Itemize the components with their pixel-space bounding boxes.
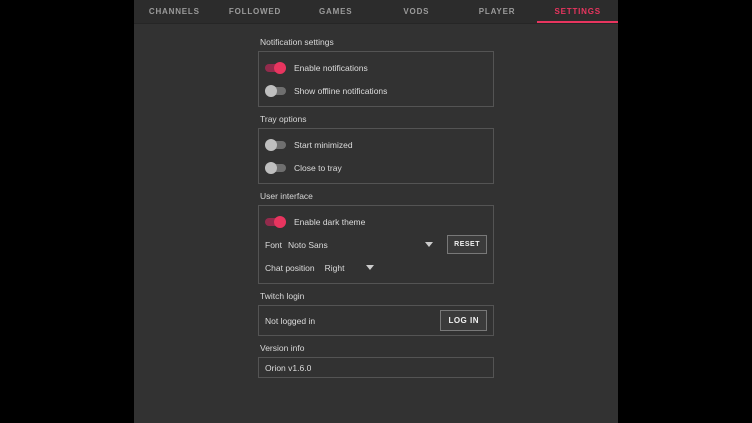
toggle-knob	[274, 216, 286, 228]
toggle-knob	[274, 62, 286, 74]
chevron-down-icon[interactable]	[366, 265, 374, 270]
font-reset-button[interactable]: RESET	[447, 235, 487, 254]
section-title-notifications: Notification settings	[260, 37, 494, 47]
tab-channels[interactable]: CHANNELS	[134, 0, 215, 23]
section-title-user-interface: User interface	[260, 191, 494, 201]
enable-notifications-toggle[interactable]	[265, 62, 286, 74]
setting-row: Start minimized	[265, 133, 487, 156]
setting-label: Start minimized	[294, 140, 353, 150]
tab-games[interactable]: GAMES	[295, 0, 376, 23]
version-info-box: Orion v1.6.0	[258, 357, 494, 378]
font-select[interactable]: Noto Sans	[288, 240, 425, 250]
setting-label: Show offline notifications	[294, 86, 387, 96]
user-interface-box: Enable dark theme Font Noto Sans RESET C…	[258, 205, 494, 284]
tab-player[interactable]: PLAYER	[457, 0, 538, 23]
tab-settings[interactable]: SETTINGS	[537, 0, 618, 23]
tab-vods[interactable]: VODS	[376, 0, 457, 23]
font-setting-row: Font Noto Sans RESET	[265, 233, 487, 256]
twitch-login-box: Not logged in LOG IN	[258, 305, 494, 336]
close-to-tray-toggle[interactable]	[265, 162, 286, 174]
setting-label: Enable dark theme	[294, 217, 365, 227]
setting-row: Close to tray	[265, 156, 487, 179]
tray-box: Start minimized Close to tray	[258, 128, 494, 184]
section-title-version-info: Version info	[260, 343, 494, 353]
tab-followed[interactable]: FOLLOWED	[215, 0, 296, 23]
setting-row: Show offline notifications	[265, 79, 487, 102]
desktop-background: CHANNELS FOLLOWED GAMES VODS PLAYER SETT…	[0, 0, 752, 423]
login-status-text: Not logged in	[265, 316, 440, 326]
notifications-box: Enable notifications Show offline notifi…	[258, 51, 494, 107]
font-label: Font	[265, 240, 288, 250]
toggle-knob	[265, 139, 277, 151]
toggle-knob	[265, 162, 277, 174]
version-row: Orion v1.6.0	[265, 362, 487, 373]
section-title-twitch-login: Twitch login	[260, 291, 494, 301]
settings-page: Notification settings Enable notificatio…	[134, 24, 618, 378]
top-nav: CHANNELS FOLLOWED GAMES VODS PLAYER SETT…	[134, 0, 618, 24]
setting-row: Enable notifications	[265, 56, 487, 79]
login-row: Not logged in LOG IN	[265, 310, 487, 331]
toggle-knob	[265, 85, 277, 97]
setting-label: Enable notifications	[294, 63, 368, 73]
start-minimized-toggle[interactable]	[265, 139, 286, 151]
log-in-button[interactable]: LOG IN	[440, 310, 487, 331]
chat-position-label: Chat position	[265, 263, 315, 273]
chat-position-row: Chat position Right	[265, 256, 487, 279]
chat-position-select[interactable]: Right	[325, 263, 345, 273]
enable-dark-theme-toggle[interactable]	[265, 216, 286, 228]
chevron-down-icon[interactable]	[425, 242, 433, 247]
show-offline-notifications-toggle[interactable]	[265, 85, 286, 97]
setting-row: Enable dark theme	[265, 210, 487, 233]
section-title-tray: Tray options	[260, 114, 494, 124]
setting-label: Close to tray	[294, 163, 342, 173]
app-window: CHANNELS FOLLOWED GAMES VODS PLAYER SETT…	[134, 0, 618, 423]
version-text: Orion v1.6.0	[265, 363, 311, 373]
